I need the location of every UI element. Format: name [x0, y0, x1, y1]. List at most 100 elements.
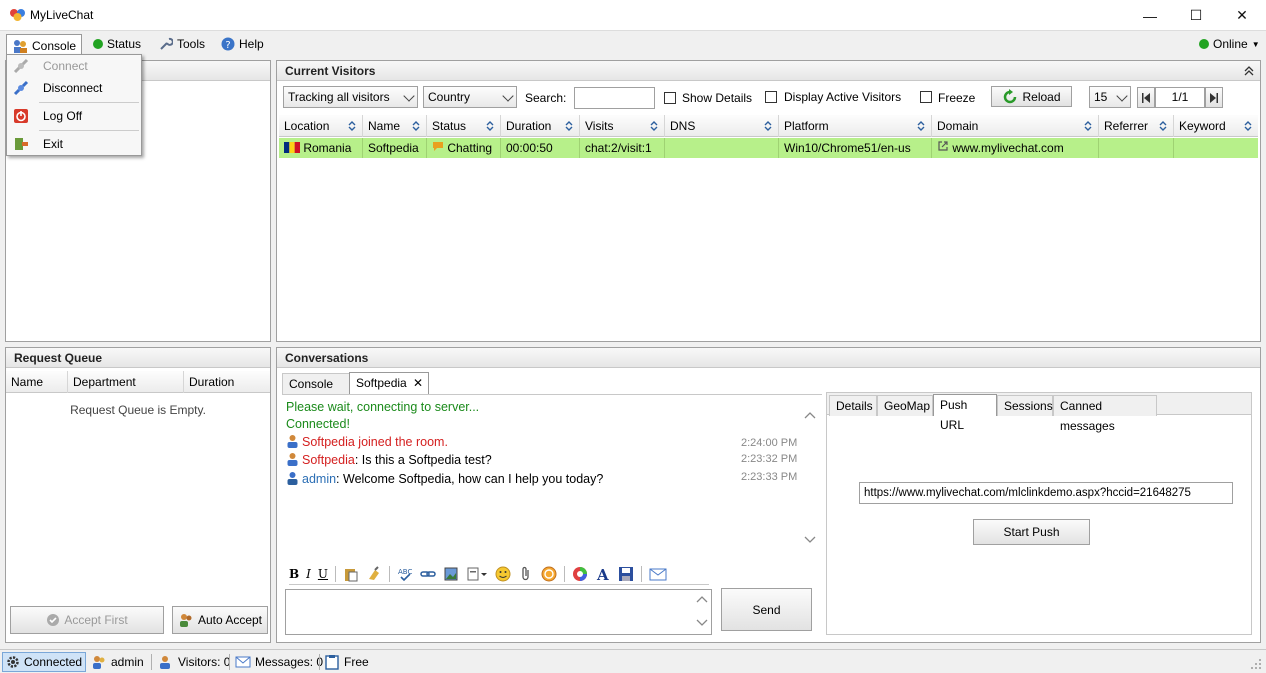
users-icon [179, 614, 192, 627]
cell-platform: Win10/Chrome51/en-us [779, 138, 932, 158]
chat-message: Softpedia joined the room. [286, 433, 448, 451]
tab-softpedia[interactable]: Softpedia ✕ [349, 372, 429, 394]
prev-page-icon [1142, 92, 1150, 103]
close-button[interactable]: ✕ [1219, 0, 1265, 31]
insert-menu-icon[interactable] [466, 566, 488, 582]
sort-icon [1084, 121, 1092, 131]
country-select-value: Country [428, 90, 471, 104]
chat-scrollbar[interactable] [803, 409, 817, 545]
scroll-up-icon[interactable] [803, 410, 817, 420]
menu-item-exit[interactable]: Exit [7, 133, 141, 155]
tracking-select-value: Tracking all visitors [288, 90, 390, 104]
menu-status[interactable]: Status [88, 34, 146, 54]
svg-text:?: ? [225, 40, 230, 51]
menu-console[interactable]: Console [6, 34, 83, 56]
clear-format-icon[interactable] [366, 565, 382, 582]
user-status: admin [88, 652, 147, 672]
search-input[interactable] [574, 87, 655, 109]
visitors-grid-header: Location Name Status Duration Visits DNS… [279, 115, 1258, 137]
online-status-dropdown[interactable]: Online ▼ [1194, 34, 1265, 54]
column-header[interactable]: Referrer [1099, 115, 1174, 137]
connection-status-text: Connected [24, 655, 83, 669]
emoticon-icon[interactable] [495, 566, 511, 582]
chevron-down-icon [1116, 90, 1128, 102]
tab-details[interactable]: Details [829, 395, 877, 416]
column-header[interactable]: Department [68, 371, 184, 393]
page-size-select[interactable]: 15 [1089, 86, 1131, 108]
console-menu: Connect Disconnect Log Off Exit [6, 54, 142, 156]
prev-page-button[interactable] [1137, 87, 1155, 108]
scroll-down-icon[interactable] [695, 618, 709, 628]
country-select[interactable]: Country [423, 86, 517, 108]
menu-console-label: Console [32, 38, 77, 53]
start-push-button[interactable]: Start Push [973, 519, 1090, 545]
chat-timestamp: 2:23:33 PM [741, 471, 798, 483]
wrench-icon [160, 37, 173, 50]
attachment-icon[interactable] [518, 566, 534, 582]
underline-button[interactable]: U [318, 567, 328, 581]
next-page-button[interactable] [1205, 87, 1223, 108]
chat-message: Softpedia: Is this a Softpedia test? [286, 451, 492, 469]
maximize-button[interactable]: ☐ [1173, 0, 1219, 31]
image-icon[interactable] [443, 566, 459, 582]
resize-grip-icon[interactable] [1250, 658, 1262, 670]
email-icon[interactable] [649, 566, 667, 582]
column-header[interactable]: Platform [779, 115, 932, 137]
column-header[interactable]: Duration [184, 371, 270, 393]
tab-push-url[interactable]: Push URL [933, 394, 997, 432]
tab-console[interactable]: Console [282, 373, 350, 394]
sort-icon [565, 121, 573, 131]
paste-icon[interactable] [343, 566, 359, 582]
bold-button[interactable]: B [289, 567, 299, 581]
column-header[interactable]: Domain [932, 115, 1099, 137]
column-header[interactable]: Duration [501, 115, 580, 137]
show-details-checkbox[interactable] [664, 92, 676, 104]
column-header[interactable]: Status [427, 115, 501, 137]
tab-geomap[interactable]: GeoMap [877, 395, 933, 416]
color-wheel-icon[interactable] [572, 566, 588, 582]
scroll-up-icon[interactable] [695, 594, 709, 604]
tab-sessions[interactable]: Sessions [997, 395, 1053, 416]
column-header[interactable]: DNS [665, 115, 779, 137]
freeze-checkbox[interactable] [920, 91, 932, 103]
italic-button[interactable]: I [306, 567, 311, 581]
column-header[interactable]: Visits [580, 115, 665, 137]
help-icon: ? [221, 37, 235, 51]
accept-first-button[interactable]: Accept First [10, 606, 164, 634]
font-icon[interactable]: A [595, 566, 611, 582]
cell-dns [665, 138, 779, 158]
tab-canned-messages[interactable]: Canned messages [1053, 395, 1157, 433]
menu-item-connect[interactable]: Connect [7, 55, 141, 77]
connection-status[interactable]: Connected [2, 652, 87, 672]
spellcheck-icon[interactable]: ABC [397, 566, 413, 582]
column-header-label: Status [432, 119, 467, 133]
wink-icon[interactable] [541, 566, 557, 582]
cell-domain-text: www.mylivechat.com [952, 141, 1064, 155]
auto-accept-button[interactable]: Auto Accept [172, 606, 268, 634]
svg-text:A: A [596, 566, 609, 582]
link-icon[interactable] [420, 566, 436, 582]
scroll-down-icon[interactable] [803, 535, 817, 545]
column-header[interactable]: Keyword [1174, 115, 1258, 137]
display-active-checkbox[interactable] [765, 91, 777, 103]
close-tab-icon[interactable]: ✕ [413, 373, 423, 393]
menu-tools[interactable]: Tools [154, 34, 210, 54]
availability-text: Free [344, 655, 369, 669]
column-header[interactable]: Location [279, 115, 363, 137]
save-icon[interactable] [618, 566, 634, 582]
minimize-button[interactable]: — [1127, 0, 1173, 31]
message-input[interactable] [285, 589, 712, 635]
menu-help[interactable]: ? Help [216, 34, 269, 54]
reload-button[interactable]: Reload [991, 86, 1072, 107]
menu-item-logoff[interactable]: Log Off [7, 105, 141, 127]
collapse-icon[interactable] [1244, 66, 1254, 76]
column-header[interactable]: Name [363, 115, 427, 137]
push-url-input[interactable] [859, 482, 1233, 504]
tracking-select[interactable]: Tracking all visitors [283, 86, 418, 108]
column-header[interactable]: Name [6, 371, 68, 393]
menu-item-disconnect[interactable]: Disconnect [7, 77, 141, 99]
table-row[interactable]: Romania Softpedia Chatting 00:00:50 chat… [279, 138, 1258, 158]
send-button[interactable]: Send [721, 588, 812, 631]
menu-tools-label: Tools [177, 37, 206, 51]
chat-timestamp: 2:24:00 PM [741, 437, 798, 449]
